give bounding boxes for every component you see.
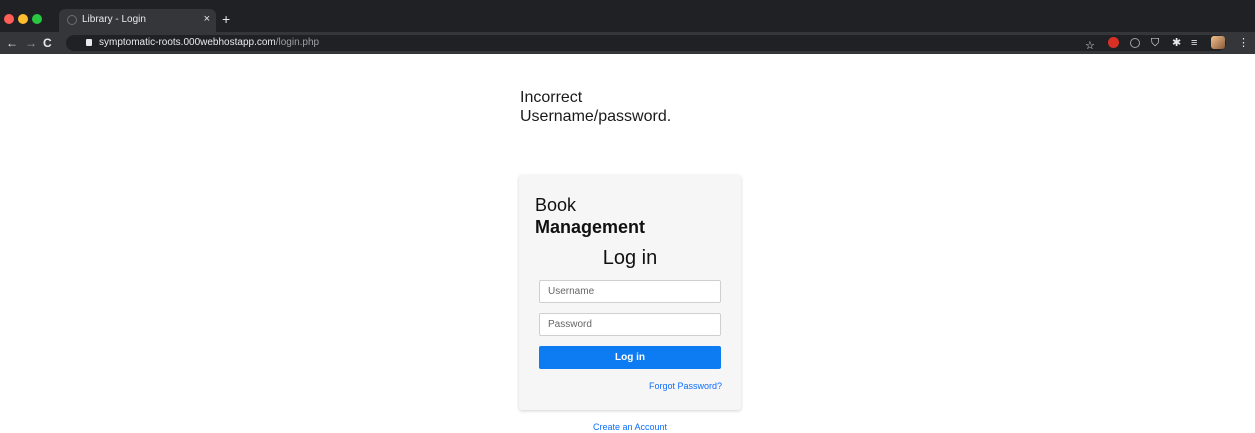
tab-library-login[interactable]: Library - Login ×	[59, 9, 216, 32]
login-button[interactable]: Log in	[539, 346, 721, 369]
browser-toolbar: ← → C symptomatic-roots.000webhostapp.co…	[0, 32, 1255, 54]
browser-menu-icon[interactable]: ⋮	[1238, 35, 1249, 51]
url-path: /login.php	[275, 37, 320, 48]
username-input[interactable]	[539, 280, 721, 303]
minimize-window-button[interactable]	[18, 14, 28, 24]
login-card: Book Management Log in Log in Forgot Pas…	[519, 175, 741, 410]
forgot-password-link[interactable]: Forgot Password?	[649, 381, 722, 391]
new-tab-button[interactable]: +	[222, 12, 230, 26]
brand-title: Book Management	[535, 194, 645, 238]
browser-tab-bar: Library - Login × +	[0, 0, 1255, 32]
tab-close-icon[interactable]: ×	[204, 13, 210, 26]
reload-icon[interactable]: C	[43, 35, 52, 51]
shield-extension-icon[interactable]: ⛉	[1151, 35, 1159, 51]
lock-icon[interactable]	[86, 39, 92, 46]
brand-line-1: Book	[535, 195, 577, 215]
extensions-puzzle-icon[interactable]: ✱	[1172, 35, 1181, 51]
address-bar[interactable]: symptomatic-roots.000webhostapp.com/logi…	[66, 35, 1226, 54]
profile-avatar[interactable]	[1211, 36, 1225, 49]
bookmark-star-icon[interactable]: ☆	[1085, 38, 1095, 54]
back-arrow-icon[interactable]: ←	[6, 35, 18, 51]
maximize-window-button[interactable]	[32, 14, 42, 24]
adblock-extension-icon[interactable]	[1108, 37, 1119, 48]
create-account-link[interactable]: Create an Account	[519, 422, 741, 432]
brand-line-2: Management	[535, 217, 646, 237]
error-message: Incorrect Username/password.	[520, 89, 672, 125]
url-host: symptomatic-roots.000webhostapp.com	[99, 37, 276, 48]
login-heading: Log in	[602, 247, 658, 269]
tab-title: Library - Login	[82, 14, 146, 25]
url-text[interactable]: symptomatic-roots.000webhostapp.com/logi…	[99, 37, 319, 48]
password-input[interactable]	[539, 313, 721, 336]
info-extension-icon[interactable]	[1130, 38, 1140, 48]
forward-arrow-icon[interactable]: →	[25, 35, 37, 51]
close-window-button[interactable]	[4, 14, 14, 24]
globe-icon	[67, 15, 77, 25]
reading-list-icon[interactable]: ≡	[1191, 35, 1197, 51]
